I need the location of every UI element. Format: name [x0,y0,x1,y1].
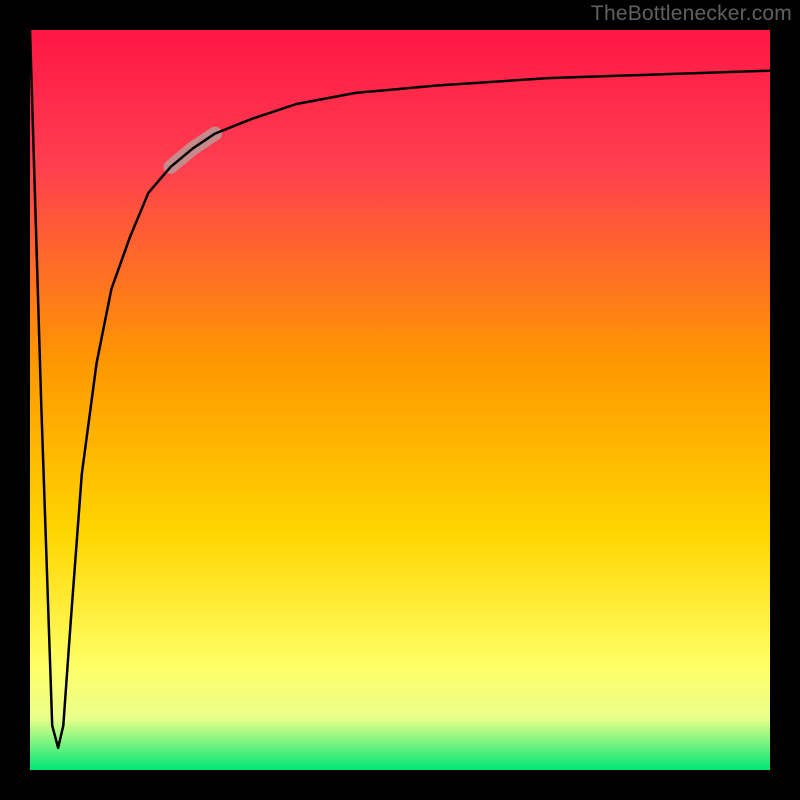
chart-frame: TheBottlenecker.com [0,0,800,800]
gradient-background [30,30,770,770]
plot-area [30,30,770,770]
chart-canvas [30,30,770,770]
attribution-watermark: TheBottlenecker.com [591,2,792,26]
